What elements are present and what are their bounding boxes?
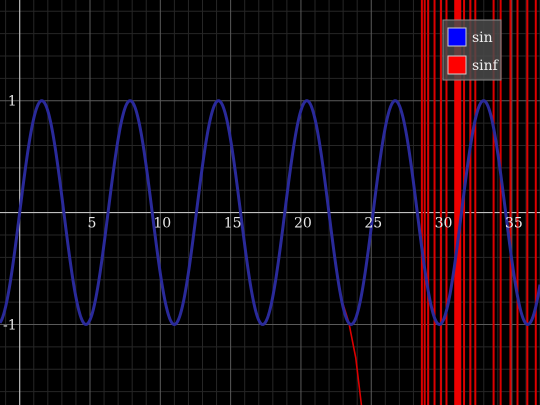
y-tick-label: -1 — [3, 317, 17, 333]
x-tick-label: 15 — [224, 216, 242, 232]
x-tick-label: 35 — [505, 216, 523, 232]
x-tick-label: 20 — [294, 216, 312, 232]
x-tick-label: 25 — [364, 216, 382, 232]
legend-label-sinf: sinf — [472, 58, 500, 74]
legend-label-sin: sin — [472, 30, 493, 46]
plot-canvas: 5 10 15 20 25 30 35 1 -1 sin sinf — [0, 0, 540, 405]
x-tick-label: 30 — [435, 216, 453, 232]
x-tick-label: 5 — [88, 216, 97, 232]
legend-swatch-sin — [447, 27, 467, 47]
tick-labels: 5 10 15 20 25 30 35 1 -1 — [3, 94, 523, 334]
y-tick-label: 1 — [8, 94, 17, 110]
x-tick-label: 10 — [153, 216, 171, 232]
legend: sin sinf — [442, 19, 502, 81]
legend-swatch-sinf — [447, 55, 467, 75]
